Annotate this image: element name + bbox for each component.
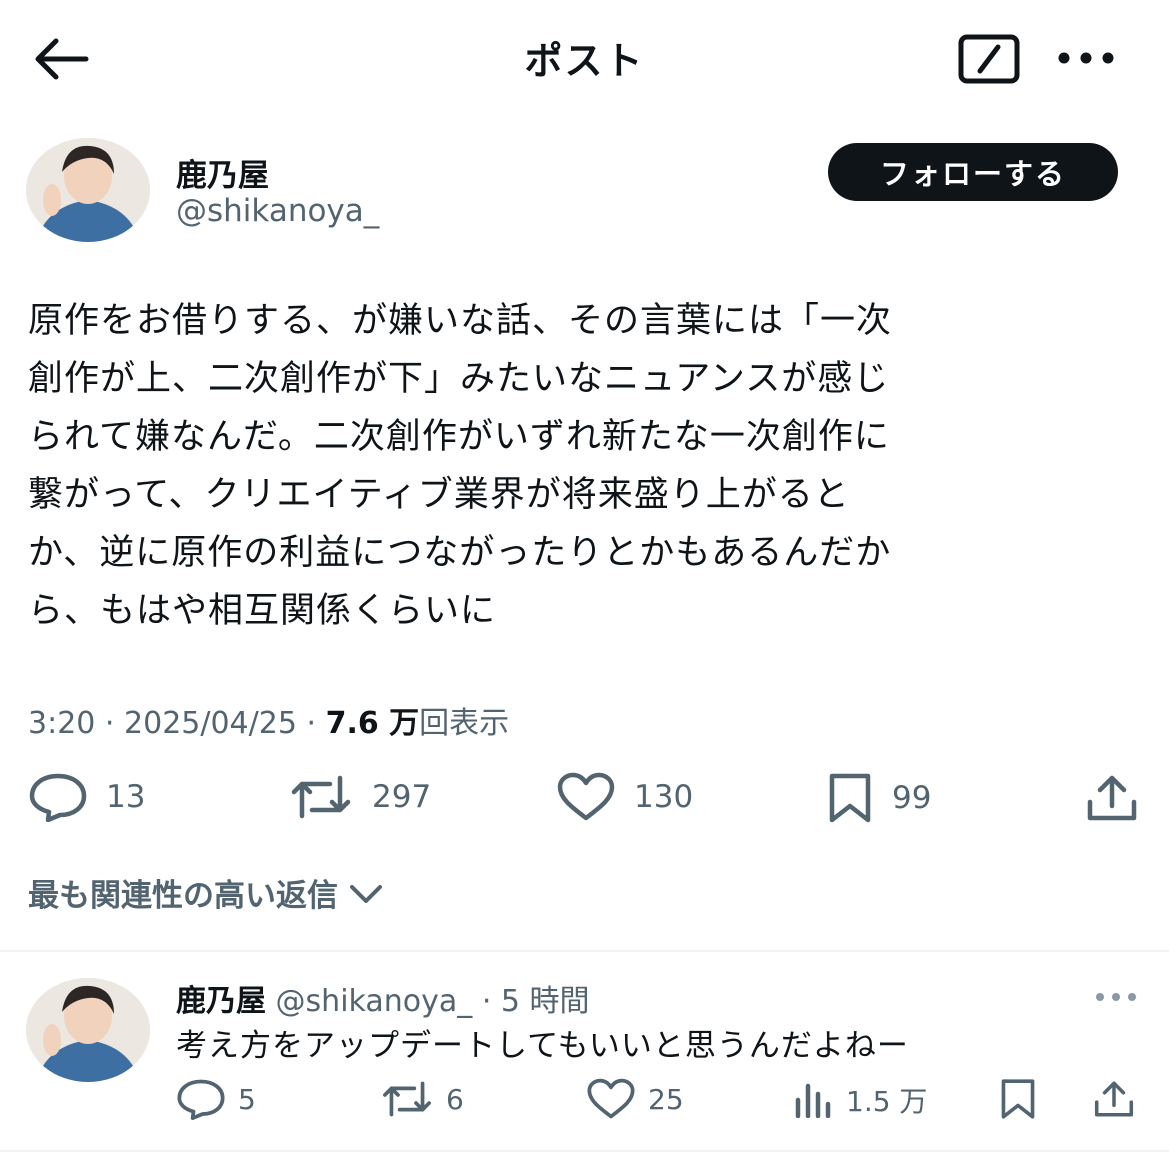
reply-header: 鹿乃屋 @shikanoya_ · 5 時間 [176, 976, 590, 1020]
share-icon [1094, 1081, 1134, 1117]
avatar[interactable] [26, 138, 150, 242]
reply-views-button[interactable]: 1.5 万 [794, 1080, 927, 1120]
share-button[interactable] [1084, 772, 1140, 824]
meta-separator: · [104, 706, 115, 741]
heart-icon [587, 1078, 635, 1119]
edit-square-icon [958, 34, 1020, 84]
bookmark-button[interactable]: 99 [826, 772, 931, 824]
more-button[interactable] [1056, 48, 1116, 68]
bookmark-count: 99 [892, 780, 932, 816]
author-name[interactable]: 鹿乃屋 [176, 150, 269, 195]
reply-reply-count: 5 [238, 1082, 256, 1116]
reply-icon [29, 773, 87, 822]
author-handle[interactable]: @shikanoya_ [176, 193, 379, 229]
reply-button[interactable]: 13 [28, 772, 145, 822]
like-count: 130 [634, 779, 694, 815]
more-horizontal-icon [1096, 993, 1136, 1001]
replies-sort-dropdown[interactable]: 最も関連性の高い返信 [28, 870, 386, 915]
like-button[interactable]: 130 [556, 772, 693, 822]
repost-count: 297 [372, 779, 432, 815]
chevron-down-icon [350, 884, 382, 903]
avatar-image [26, 138, 150, 242]
reply-separator: · [481, 984, 492, 1019]
repost-button[interactable]: 297 [288, 772, 431, 822]
reply-avatar[interactable] [26, 978, 150, 1082]
reply-author-name[interactable]: 鹿乃屋 [176, 984, 266, 1019]
avatar-image [26, 978, 150, 1082]
share-icon [1087, 775, 1137, 821]
reply-text: 考え方をアップデートしてもいいと思うんだよねー [176, 1028, 909, 1064]
reply-bookmark-button[interactable] [998, 1078, 1038, 1120]
reply-author-handle[interactable]: @shikanoya_ [276, 984, 473, 1019]
post-text: 原作をお借りする、が嫌いな話、その言葉には「一次 創作が上、二次創作が下」みたい… [28, 301, 893, 631]
edit-button[interactable] [958, 34, 1020, 84]
more-horizontal-icon [1058, 52, 1114, 64]
views-label: 回表示 [419, 706, 510, 741]
reply-icon [177, 1079, 225, 1120]
bookmark-icon [1001, 1079, 1035, 1119]
repost-icon [291, 775, 351, 819]
bookmark-icon [829, 773, 871, 823]
views-count: 7.6 万 [325, 706, 420, 741]
reply-share-button[interactable] [1092, 1078, 1136, 1120]
reply-repost-button[interactable]: 6 [380, 1078, 464, 1120]
reply-time[interactable]: 5 時間 [501, 984, 590, 1019]
reply-reply-button[interactable]: 5 [176, 1078, 256, 1120]
reply-count: 13 [106, 779, 146, 815]
bar-chart-icon [795, 1083, 831, 1118]
reply-like-button[interactable]: 25 [586, 1078, 684, 1120]
post-date[interactable]: 2025/04/25 [124, 706, 297, 741]
divider [0, 1150, 1169, 1152]
divider [0, 950, 1169, 952]
reply-more-button[interactable] [1094, 990, 1138, 1004]
reply-repost-count: 6 [446, 1082, 464, 1116]
follow-button[interactable]: フォローする [828, 143, 1118, 201]
heart-icon [557, 772, 615, 821]
post-meta: 3:20 · 2025/04/25 · 7.6 万回表示 [28, 698, 509, 742]
reply-views-count: 1.5 万 [846, 1085, 928, 1118]
repost-icon [383, 1081, 431, 1117]
post-time[interactable]: 3:20 [28, 706, 95, 741]
reply-like-count: 25 [648, 1082, 684, 1116]
replies-sort-label: 最も関連性の高い返信 [28, 878, 338, 914]
meta-separator: · [306, 706, 317, 741]
